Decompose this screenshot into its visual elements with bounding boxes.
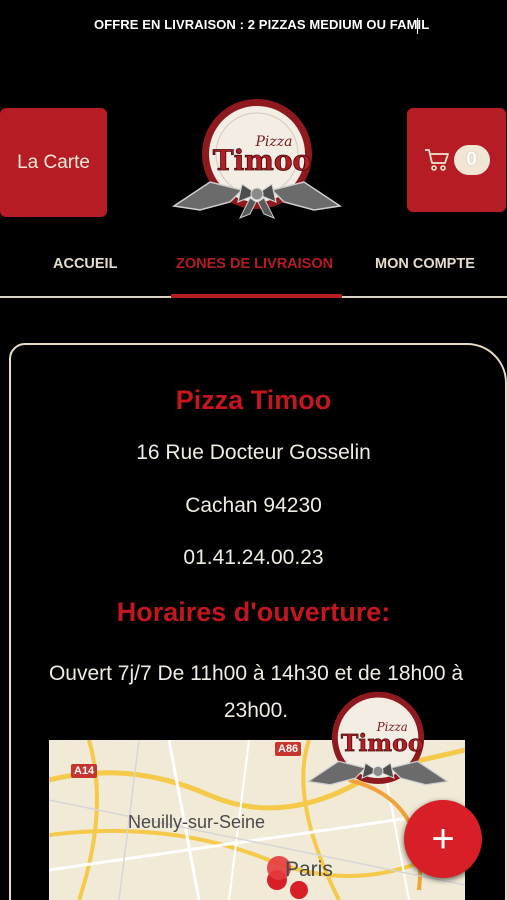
restaurant-name: Pizza Timoo	[175, 385, 332, 415]
opening-hours-title: Horaires d'ouverture:	[116, 597, 391, 627]
active-tab-indicator	[171, 294, 342, 298]
promo-text: OFFRE EN LIVRAISON : 2 PIZZAS MEDIUM OU …	[94, 17, 430, 32]
nav-item-accueil[interactable]: ACCUEIL	[53, 256, 117, 272]
main-nav: ACCUEIL ZONES DE LIVRAISON MON COMPTE	[0, 240, 507, 298]
nav-item-mon-compte[interactable]: MON COMPTE	[375, 256, 475, 272]
cart-count-badge: 0	[453, 145, 490, 175]
restaurant-city: Cachan 94230	[185, 494, 322, 517]
floating-logo-main-text: Timoo	[341, 729, 424, 757]
restaurant-phone[interactable]: 01.41.24.00.23	[0, 546, 507, 570]
map-label-a14: A14	[71, 764, 98, 778]
pizza-timoo-logo[interactable]: Pizza Timoo	[170, 98, 344, 220]
menu-button-label: La Carte	[17, 151, 90, 173]
map-label-neuilly: Neuilly-sur-Seine	[128, 812, 266, 832]
menu-button[interactable]: La Carte	[0, 108, 107, 217]
map-label-a86: A86	[275, 742, 302, 756]
promo-banner: OFFRE EN LIVRAISON : 2 PIZZAS MEDIUM OU …	[0, 14, 507, 38]
floating-logo: Pizza Timoo	[306, 691, 450, 786]
cart-icon	[424, 149, 449, 171]
cart-button[interactable]: 0	[407, 108, 506, 212]
logo-main-text: Timoo	[213, 144, 311, 177]
plus-icon: +	[431, 817, 455, 861]
ticker-cursor	[417, 18, 418, 34]
cart-count: 0	[466, 149, 477, 170]
add-fab-button[interactable]: +	[404, 800, 482, 878]
map-label-paris: Paris	[285, 858, 333, 881]
restaurant-address: 16 Rue Docteur Gosselin	[136, 441, 371, 464]
nav-item-zones-de-livraison[interactable]: ZONES DE LIVRAISON	[176, 256, 333, 272]
